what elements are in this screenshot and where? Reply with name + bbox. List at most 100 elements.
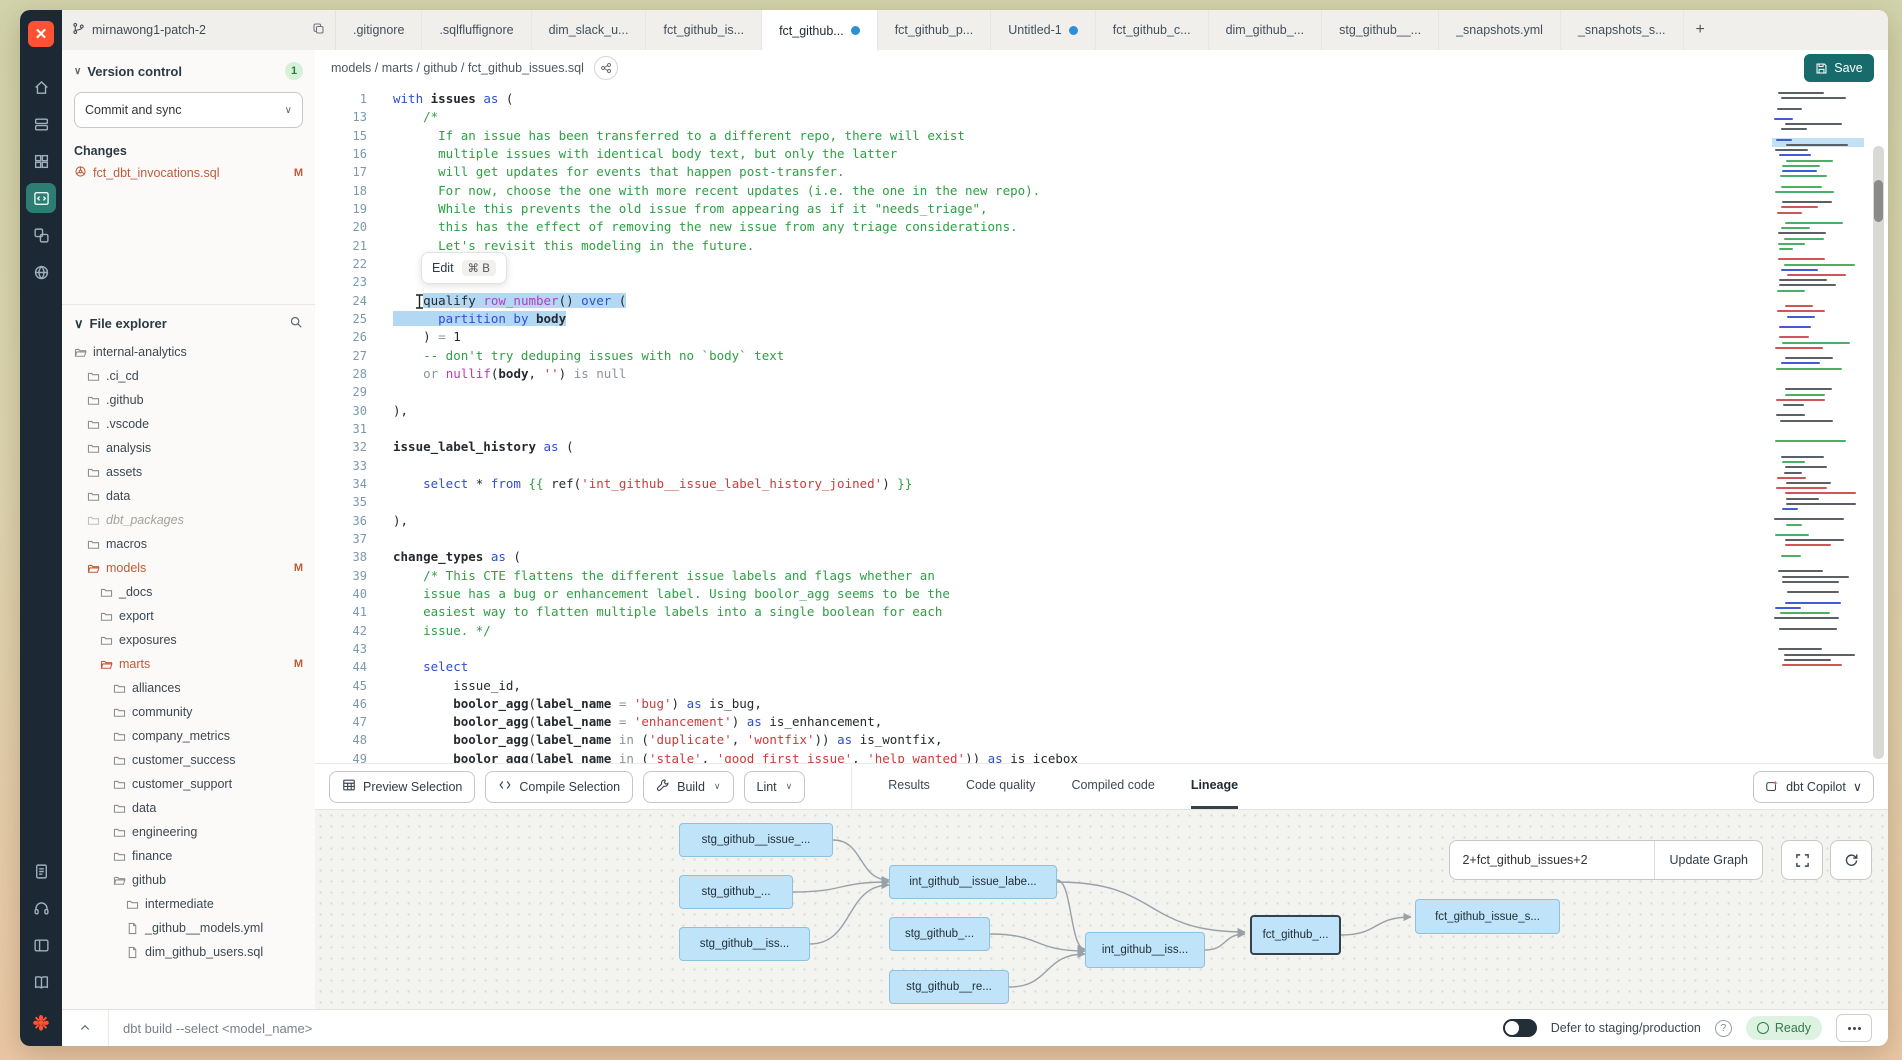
panel-tab-results[interactable]: Results <box>888 764 930 809</box>
tree-item-github[interactable]: github <box>62 868 315 892</box>
code-line[interactable]: 13 /* <box>315 108 1768 126</box>
tab-Untitled-1[interactable]: Untitled-1 <box>991 10 1096 50</box>
tree-item-models[interactable]: modelsM <box>62 556 315 580</box>
tree-item-exposures[interactable]: exposures <box>62 628 315 652</box>
code-line[interactable]: 20 this has the effect of removing the n… <box>315 218 1768 236</box>
rail-book-icon[interactable] <box>26 967 56 997</box>
rail-stack-icon[interactable] <box>26 109 56 139</box>
open-lineage-icon[interactable] <box>594 56 618 80</box>
rail-code-icon[interactable] <box>26 183 56 213</box>
preview-selection-button[interactable]: Preview Selection <box>329 771 475 803</box>
code-line[interactable]: 45 issue_id, <box>315 677 1768 695</box>
code-line[interactable]: 43 <box>315 640 1768 658</box>
tree-item-.vscode[interactable]: .vscode <box>62 412 315 436</box>
panel-tab-code-quality[interactable]: Code quality <box>966 764 1036 809</box>
rail-compare-icon[interactable] <box>26 220 56 250</box>
tree-item-customer_support[interactable]: customer_support <box>62 772 315 796</box>
tree-item-analysis[interactable]: analysis <box>62 436 315 460</box>
rail-panel-icon[interactable] <box>26 930 56 960</box>
code-line[interactable]: 31 <box>315 420 1768 438</box>
code-line[interactable]: 28 or nullif(body, '') is null <box>315 365 1768 383</box>
lineage-node-stg_github__iss[interactable]: stg_github__iss... <box>679 927 810 961</box>
lineage-node-stg_github_[interactable]: stg_github_... <box>679 875 793 909</box>
code-line[interactable]: 44 select <box>315 658 1768 676</box>
code-line[interactable]: 35 <box>315 493 1768 511</box>
branch-selector[interactable]: mirnawong1-patch-2 <box>62 10 336 50</box>
tree-item-intermediate[interactable]: intermediate <box>62 892 315 916</box>
tree-item-customer_success[interactable]: customer_success <box>62 748 315 772</box>
tree-item-dbt_packages[interactable]: dbt_packages <box>62 508 315 532</box>
lint-button[interactable]: Lint∨ <box>744 771 806 803</box>
code-line[interactable]: 46 boolor_agg(label_name = 'bug') as is_… <box>315 695 1768 713</box>
tree-item-internal-analytics[interactable]: internal-analytics <box>62 340 315 364</box>
tree-item-export[interactable]: export <box>62 604 315 628</box>
lineage-node-stg_github__issue_[interactable]: stg_github__issue_... <box>679 823 833 857</box>
lineage-node-int_github__iss[interactable]: int_github__iss... <box>1085 932 1205 968</box>
edit-popup-label[interactable]: Edit <box>432 261 454 275</box>
new-tab-button[interactable]: + <box>1684 10 1717 50</box>
tree-item-_docs[interactable]: _docs <box>62 580 315 604</box>
lineage-node-fct_github_[interactable]: fct_github_... <box>1250 915 1341 955</box>
rail-globe-icon[interactable] <box>26 257 56 287</box>
tab-fct_github_is...[interactable]: fct_github_is... <box>646 10 762 50</box>
tree-item-assets[interactable]: assets <box>62 460 315 484</box>
rail-home-icon[interactable] <box>26 72 56 102</box>
code-line[interactable]: 41 easiest way to flatten multiple label… <box>315 603 1768 621</box>
code-line[interactable]: 22 <box>315 255 1768 273</box>
search-icon[interactable] <box>289 315 303 332</box>
tree-item-marts[interactable]: martsM <box>62 652 315 676</box>
code-line[interactable]: 23 <box>315 273 1768 291</box>
version-control-header[interactable]: ∨ Version control 1 <box>62 50 315 88</box>
compile-selection-button[interactable]: Compile Selection <box>485 771 633 803</box>
tab-_snapshots_s...[interactable]: _snapshots_s... <box>1561 10 1684 50</box>
rail-headset-icon[interactable] <box>26 893 56 923</box>
code-line[interactable]: 47 boolor_agg(label_name = 'enhancement'… <box>315 713 1768 731</box>
tab-_snapshots.yml[interactable]: _snapshots.yml <box>1439 10 1561 50</box>
lineage-selector-input[interactable]: 2+fct_github_issues+2 <box>1450 841 1655 879</box>
tab-fct_github_p...[interactable]: fct_github_p... <box>878 10 992 50</box>
tab-fct_github...[interactable]: fct_github... <box>762 10 878 51</box>
code-line[interactable]: 17 will get updates for events that happ… <box>315 163 1768 181</box>
scrollbar-thumb[interactable] <box>1874 180 1883 222</box>
code-line[interactable]: 21 Let's revisit this modeling in the fu… <box>315 237 1768 255</box>
copy-icon[interactable] <box>312 22 325 38</box>
tree-item-dim_github_users.sql[interactable]: dim_github_users.sql <box>62 940 315 964</box>
build-button[interactable]: Build∨ <box>643 771 733 803</box>
minimap[interactable] <box>1772 86 1864 755</box>
tree-item-community[interactable]: community <box>62 700 315 724</box>
update-graph-button[interactable]: Update Graph <box>1655 841 1762 879</box>
tree-item-company_metrics[interactable]: company_metrics <box>62 724 315 748</box>
save-button[interactable]: Save <box>1804 54 1874 82</box>
changed-file[interactable]: fct_dbt_invocations.sqlM <box>62 162 315 184</box>
dbt-copilot-button[interactable]: dbt Copilot ∨ <box>1753 771 1874 803</box>
tab-.sqlfluffignore[interactable]: .sqlfluffignore <box>422 10 531 50</box>
code-line[interactable]: 24 qualify row_number() over ( <box>315 292 1768 310</box>
more-options-button[interactable] <box>1836 1014 1872 1042</box>
tree-item-finance[interactable]: finance <box>62 844 315 868</box>
tab-fct_github_c...[interactable]: fct_github_c... <box>1096 10 1209 50</box>
dbt-logo-icon[interactable]: ✕ <box>28 21 54 47</box>
expand-command-bar-button[interactable] <box>62 1010 109 1046</box>
refresh-icon[interactable] <box>1830 840 1872 880</box>
code-line[interactable]: 18 For now, choose the one with more rec… <box>315 182 1768 200</box>
code-line[interactable]: 37 <box>315 530 1768 548</box>
code-editor[interactable]: 1with issues as (13 /*15 If an issue has… <box>315 86 1888 765</box>
code-line[interactable]: 42 issue. */ <box>315 622 1768 640</box>
code-line[interactable]: 33 <box>315 457 1768 475</box>
code-line[interactable]: 39 /* This CTE flattens the different is… <box>315 567 1768 585</box>
code-line[interactable]: 27 -- don't try deduping issues with no … <box>315 347 1768 365</box>
defer-toggle[interactable] <box>1503 1019 1537 1037</box>
fullscreen-icon[interactable] <box>1781 840 1823 880</box>
code-line[interactable]: 32issue_label_history as ( <box>315 438 1768 456</box>
code-line[interactable]: 16 multiple issues with identical body t… <box>315 145 1768 163</box>
tab-stg_github__...[interactable]: stg_github__... <box>1322 10 1439 50</box>
code-line[interactable]: 40 issue has a bug or enhancement label.… <box>315 585 1768 603</box>
code-line[interactable]: 36), <box>315 512 1768 530</box>
code-line[interactable]: 15 If an issue has been transferred to a… <box>315 127 1768 145</box>
tree-item-data[interactable]: data <box>62 796 315 820</box>
code-line[interactable]: 1with issues as ( <box>315 90 1768 108</box>
command-input[interactable]: dbt build --select <model_name> <box>109 1021 1503 1036</box>
tab-dim_slack_u...[interactable]: dim_slack_u... <box>532 10 647 50</box>
lineage-node-fct_github_issue_s[interactable]: fct_github_issue_s... <box>1415 899 1560 934</box>
tree-item-.ci_cd[interactable]: .ci_cd <box>62 364 315 388</box>
